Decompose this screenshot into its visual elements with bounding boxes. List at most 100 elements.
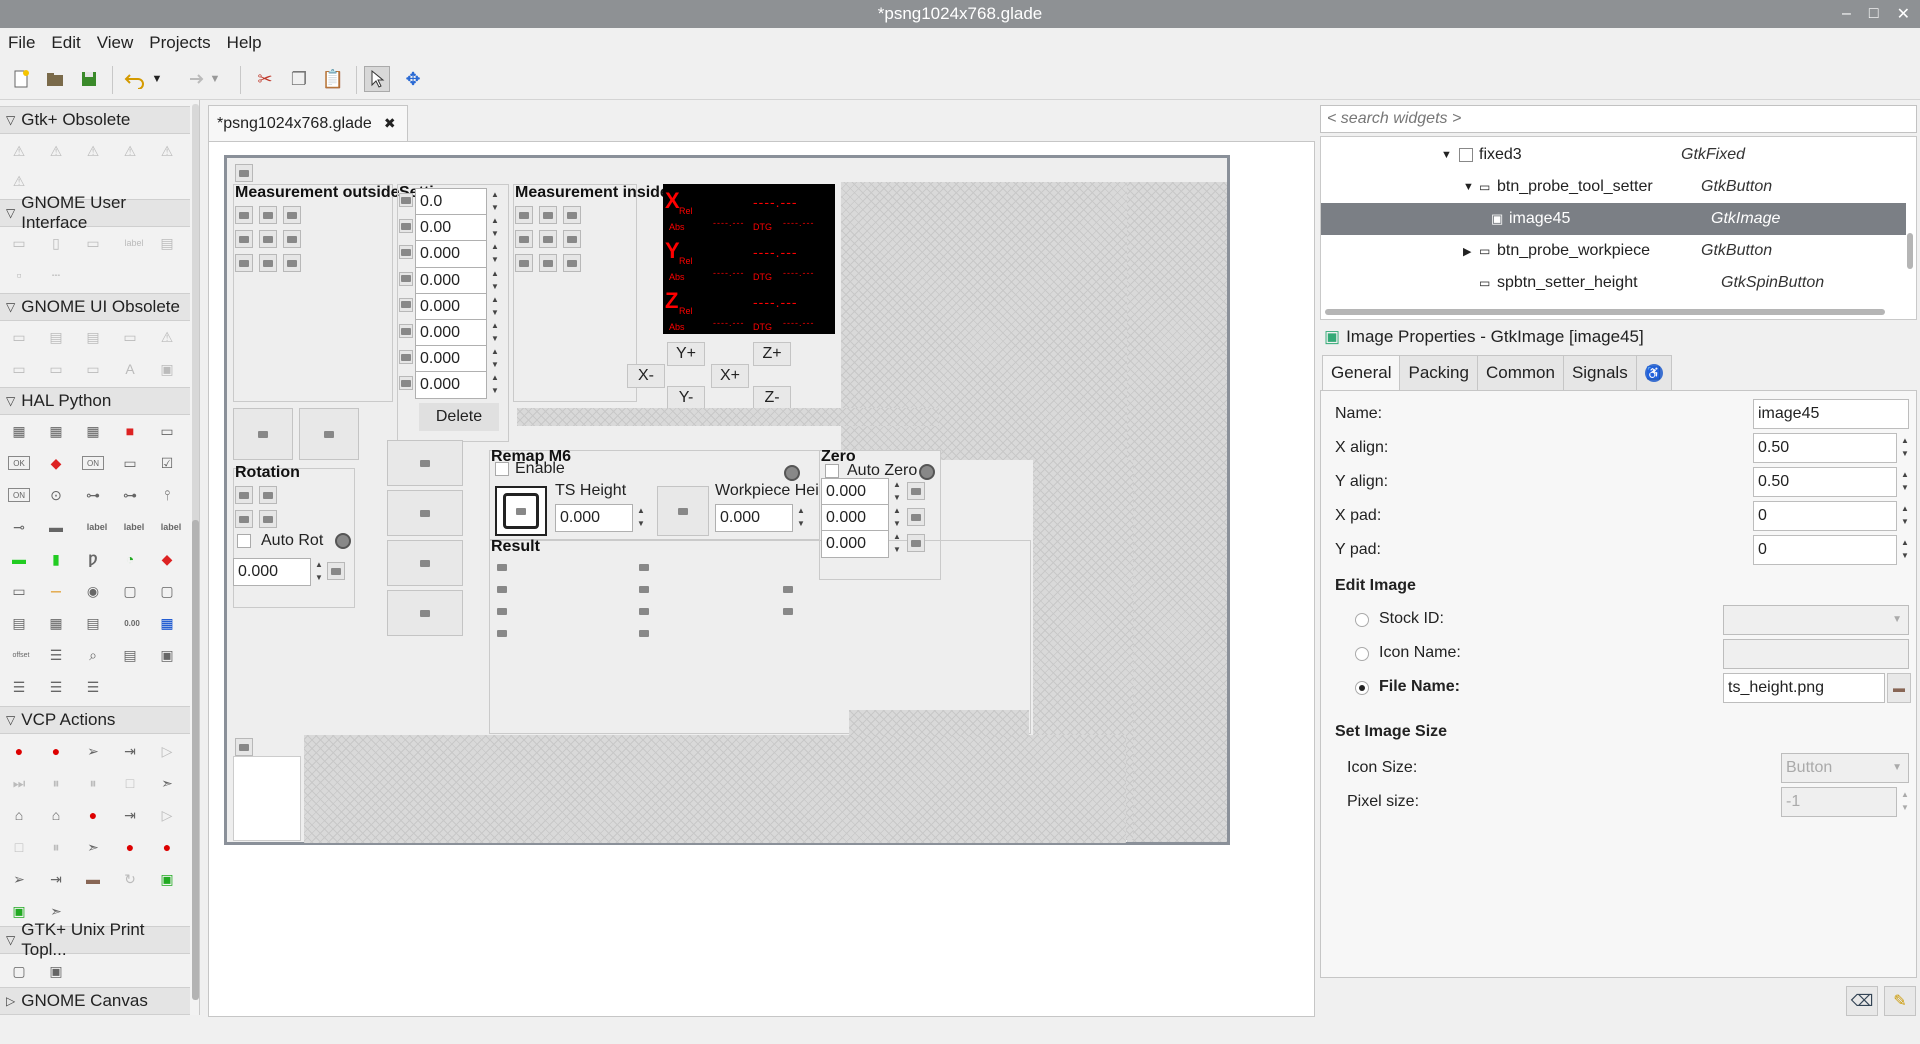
grid-icon[interactable]: ▦: [45, 612, 67, 634]
spin-arrows-icon[interactable]: ▲ ▼: [489, 240, 501, 268]
tree-hscrollbar[interactable]: [1325, 309, 1885, 315]
hslider-icon[interactable]: ⊸: [8, 516, 30, 538]
y-pad-spin[interactable]: 0: [1753, 535, 1897, 565]
probe-button[interactable]: [539, 254, 557, 272]
image-button[interactable]: [233, 408, 293, 460]
jog-icon[interactable]: ⇥: [119, 804, 141, 826]
number-icon[interactable]: 0.00: [119, 612, 145, 634]
probe-button[interactable]: [235, 206, 253, 224]
close-tab-icon[interactable]: ✖: [384, 115, 396, 132]
stop-icon[interactable]: ●: [119, 836, 141, 858]
tree-row-btn-probe-tool-setter[interactable]: ▼ ▭ btn_probe_tool_setter GtkButton: [1321, 171, 1906, 203]
tab-signals[interactable]: Signals: [1562, 355, 1637, 391]
new-file-icon[interactable]: [8, 66, 34, 92]
menu-view[interactable]: View: [97, 33, 134, 53]
print-dialog-icon[interactable]: ▣: [45, 960, 67, 982]
page-setup-icon[interactable]: ▢: [8, 960, 30, 982]
home-icon[interactable]: ⌂: [45, 804, 67, 826]
zero-spin[interactable]: 0.000: [821, 478, 889, 506]
setting-spin[interactable]: 0.0: [415, 188, 487, 216]
enable-checkbox[interactable]: [495, 462, 509, 476]
tab-accessibility[interactable]: ♿: [1635, 355, 1672, 391]
jog-icon[interactable]: ⇥: [45, 868, 67, 890]
probe-button[interactable]: [539, 206, 557, 224]
menu-edit[interactable]: Edit: [51, 33, 80, 53]
warning-icon[interactable]: ⚠: [8, 140, 30, 162]
meter-icon[interactable]: ◔: [119, 548, 141, 570]
prefs-icon[interactable]: ▭: [119, 326, 141, 348]
spin-arrows-icon[interactable]: ▲ ▼: [1899, 502, 1911, 530]
close-window-button[interactable]: ✕: [1897, 4, 1910, 24]
stop-icon[interactable]: ●: [82, 804, 104, 826]
probe-button[interactable]: [563, 230, 581, 248]
stop-icon[interactable]: ●: [156, 836, 178, 858]
jog-icon[interactable]: ➢: [82, 740, 104, 762]
label-icon[interactable]: label: [82, 516, 112, 538]
jog-icon[interactable]: ➢: [8, 868, 30, 890]
entry-icon[interactable]: ▭: [82, 232, 104, 254]
browser-icon[interactable]: ▤: [119, 644, 141, 666]
setting-spin[interactable]: 0.000: [415, 345, 487, 374]
probe-button[interactable]: [399, 219, 413, 234]
palette-group-gtk-obsolete[interactable]: ▽ Gtk+ Obsolete: [0, 106, 190, 134]
gremlin-icon[interactable]: ▦: [156, 612, 178, 634]
open-file-icon[interactable]: ▬: [82, 868, 104, 890]
spin-arrows-icon[interactable]: ▲ ▼: [635, 504, 647, 532]
tree-row-btn-probe-workpiece[interactable]: ▶ ▭ btn_probe_workpiece GtkButton: [1321, 235, 1906, 267]
probe-button[interactable]: [259, 230, 277, 248]
pixel-size-spin[interactable]: -1: [1781, 787, 1897, 817]
image-button[interactable]: [299, 408, 359, 460]
icon-entry-icon[interactable]: ▣: [156, 358, 178, 380]
design-window[interactable]: Measurement outside Settings Measurement…: [224, 155, 1230, 845]
spin-arrows-icon[interactable]: ▲ ▼: [795, 504, 807, 532]
green-bar-icon[interactable]: ▬: [8, 548, 30, 570]
probe-button[interactable]: [539, 230, 557, 248]
spin-arrows-icon[interactable]: ▲ ▼: [1899, 536, 1911, 564]
table-icon[interactable]: ▦: [8, 420, 30, 442]
shapes-icon[interactable]: ◆: [45, 452, 67, 474]
play-icon[interactable]: ▷: [156, 740, 178, 762]
palette-group-gtk-unix-print[interactable]: ▽ GTK+ Unix Print Topl...: [0, 920, 190, 959]
expander-closed-icon[interactable]: ▶: [1463, 245, 1471, 258]
list-icon[interactable]: ☰: [82, 676, 104, 698]
spin-icon[interactable]: ▭: [119, 452, 141, 474]
auto-rot-checkbox[interactable]: [237, 534, 251, 548]
minimize-button[interactable]: –: [1842, 5, 1851, 23]
stop-icon[interactable]: ●: [8, 740, 30, 762]
on-button-icon[interactable]: ON: [8, 488, 30, 502]
jog-y-plus-button[interactable]: Y+: [667, 342, 705, 366]
paste-icon[interactable]: 📋: [320, 66, 346, 92]
spin-arrows-icon[interactable]: ▲ ▼: [891, 478, 903, 506]
setting-spin[interactable]: 0.00: [415, 214, 487, 243]
jog-x-plus-button[interactable]: X+: [711, 364, 749, 388]
list-icon[interactable]: ☰: [8, 676, 30, 698]
spin-arrows-icon[interactable]: ▲ ▼: [891, 530, 903, 558]
druid-icon[interactable]: ▯: [45, 232, 67, 254]
stock-id-radio[interactable]: [1355, 613, 1369, 627]
spin-arrows-icon[interactable]: ▲ ▼: [1899, 468, 1911, 496]
spin-arrows-icon[interactable]: ▲ ▼: [313, 558, 325, 586]
jog-z-plus-button[interactable]: Z+: [753, 342, 791, 366]
setting-spin[interactable]: 0.000: [415, 371, 487, 400]
spin-arrows-icon[interactable]: ▲ ▼: [489, 345, 501, 373]
undo-icon[interactable]: [122, 66, 148, 92]
stock-id-combo[interactable]: ▼: [1723, 605, 1909, 635]
clear-property-icon[interactable]: ⌫: [1846, 986, 1878, 1016]
name-field[interactable]: image45: [1753, 399, 1909, 429]
small-image[interactable]: [235, 164, 253, 182]
reload-icon[interactable]: ↻: [119, 868, 141, 890]
palette-group-gnome-ui-obsolete[interactable]: ▽ GNOME UI Obsolete: [0, 293, 190, 321]
image-button[interactable]: [387, 540, 463, 586]
search-widgets-input[interactable]: < search widgets >: [1320, 105, 1917, 133]
probe-button[interactable]: [399, 350, 413, 365]
setting-spin[interactable]: 0.000: [415, 240, 487, 269]
jog-icon[interactable]: ⇥: [119, 740, 141, 762]
image-button[interactable]: [387, 590, 463, 636]
warning-icon[interactable]: ⚠: [45, 140, 67, 162]
file-icon[interactable]: ▤: [82, 612, 104, 634]
probe-button[interactable]: [515, 206, 533, 224]
empty-placeholder[interactable]: [849, 710, 1029, 736]
save-icon[interactable]: ▣: [156, 868, 178, 890]
menu-file[interactable]: File: [8, 33, 35, 53]
probe-workpiece-button[interactable]: [657, 486, 709, 536]
